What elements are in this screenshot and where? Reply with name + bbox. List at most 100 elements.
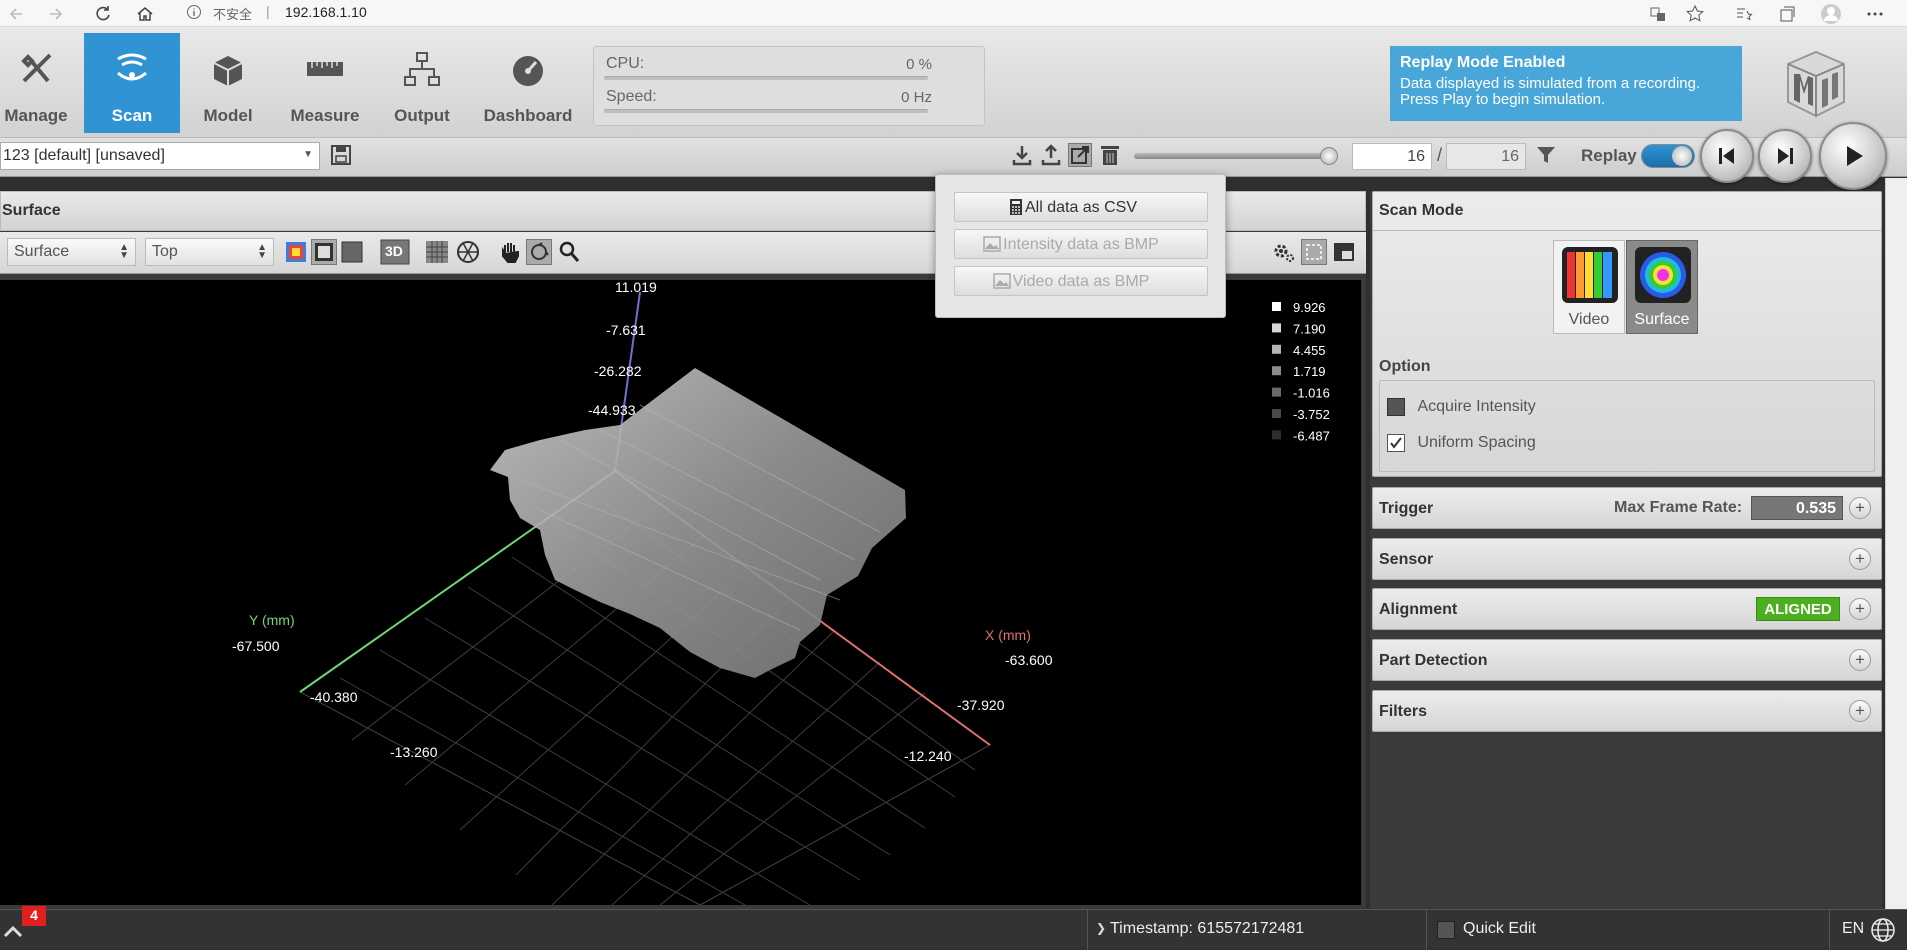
image-icon bbox=[993, 272, 1011, 290]
address-url[interactable]: 192.168.1.10 bbox=[285, 4, 367, 20]
scan-mode-section: Scan Mode Video Surface Option Acquire I… bbox=[1372, 191, 1882, 477]
view-angle-select[interactable]: Top ▲ ▼ bbox=[145, 238, 274, 266]
replay-notice-line1: Data displayed is simulated from a recor… bbox=[1400, 75, 1701, 92]
nav-output[interactable]: Output bbox=[374, 33, 470, 133]
forward-icon[interactable] bbox=[44, 3, 66, 25]
nav-dashboard[interactable]: Dashboard bbox=[478, 33, 578, 133]
more-menu-icon[interactable] bbox=[1864, 3, 1886, 25]
checkbox-unchecked[interactable] bbox=[1387, 398, 1405, 416]
collections-icon[interactable] bbox=[1776, 3, 1798, 25]
security-label: 不安全 bbox=[213, 7, 253, 22]
export-intensity-bmp-option[interactable]: Intensity data as BMP bbox=[954, 229, 1208, 259]
chevron-up-icon[interactable] bbox=[2, 920, 24, 942]
trash-icon[interactable] bbox=[1098, 143, 1122, 167]
replay-notice-line2: Press Play to begin simulation. bbox=[1400, 91, 1606, 108]
step-back-button[interactable] bbox=[1700, 129, 1754, 183]
export-video-bmp-option[interactable]: Video data as BMP bbox=[954, 266, 1208, 296]
fit-view-icon[interactable] bbox=[1301, 239, 1327, 265]
max-frame-rate-input[interactable]: 0.535 bbox=[1751, 496, 1843, 520]
acquire-intensity-checkbox[interactable]: Acquire Intensity bbox=[1387, 398, 1536, 416]
heightmap-gray-icon[interactable] bbox=[311, 239, 337, 265]
pan-hand-icon[interactable] bbox=[498, 239, 524, 265]
export-icon[interactable] bbox=[1068, 143, 1092, 167]
grid-toggle-icon[interactable] bbox=[424, 239, 450, 265]
nav-measure[interactable]: Measure bbox=[277, 33, 373, 133]
job-select[interactable]: 123 [default] [unsaved] ▼ bbox=[0, 142, 320, 170]
view-3d-label: 3D bbox=[385, 243, 403, 259]
timestamp-area[interactable]: ❯ Timestamp: 615572172481 bbox=[1087, 910, 1427, 950]
frame-slider[interactable] bbox=[1134, 153, 1334, 159]
replay-toggle[interactable] bbox=[1641, 144, 1695, 168]
frame-number-input[interactable]: 16 bbox=[1352, 143, 1432, 170]
info-icon[interactable] bbox=[186, 4, 202, 20]
back-icon[interactable] bbox=[6, 3, 28, 25]
profile-avatar-icon[interactable] bbox=[1820, 3, 1842, 25]
quick-edit-area[interactable]: Quick Edit bbox=[1426, 910, 1830, 950]
mode-surface-button[interactable]: Surface bbox=[1626, 240, 1698, 334]
export-menu: All data as CSV Intensity data as BMP Vi… bbox=[935, 174, 1226, 318]
mesh-view-icon[interactable] bbox=[455, 239, 481, 265]
view-3d-button[interactable]: 3D bbox=[380, 239, 410, 265]
sensor-section[interactable]: Sensor + bbox=[1372, 538, 1882, 580]
legend-swatch bbox=[1272, 323, 1281, 333]
alignment-section[interactable]: Alignment ALIGNED + bbox=[1372, 588, 1882, 630]
nav-manage-label: Manage bbox=[4, 106, 68, 125]
refresh-icon[interactable] bbox=[92, 3, 114, 25]
nav-manage[interactable]: Manage bbox=[0, 33, 84, 133]
nav-measure-label: Measure bbox=[290, 106, 360, 125]
download-icon[interactable] bbox=[1010, 143, 1034, 167]
legend-label: -6.487 bbox=[1293, 428, 1330, 443]
uniform-spacing-checkbox[interactable]: Uniform Spacing bbox=[1387, 434, 1536, 452]
upload-icon[interactable] bbox=[1039, 143, 1063, 167]
filters-section[interactable]: Filters + bbox=[1372, 690, 1882, 732]
surface-panel-title: Surface bbox=[2, 202, 61, 219]
filter-icon[interactable] bbox=[1534, 143, 1558, 167]
expand-plus-icon[interactable]: + bbox=[1849, 548, 1871, 570]
legend-label: 9.926 bbox=[1293, 300, 1326, 315]
nav-scan[interactable]: Scan bbox=[84, 33, 180, 133]
step-forward-button[interactable] bbox=[1758, 129, 1812, 183]
favorites-list-icon[interactable] bbox=[1733, 3, 1755, 25]
trigger-section[interactable]: Trigger Max Frame Rate: 0.535 + bbox=[1372, 487, 1882, 529]
speed-label: Speed: bbox=[606, 88, 657, 105]
page-scrollbar[interactable] bbox=[1885, 178, 1907, 909]
settings-gear-icon[interactable] bbox=[1271, 239, 1297, 265]
quick-edit-checkbox[interactable] bbox=[1437, 921, 1455, 939]
expand-plus-icon[interactable]: + bbox=[1849, 649, 1871, 671]
calculator-icon bbox=[1007, 198, 1025, 216]
uniform-spacing-label: Uniform Spacing bbox=[1417, 434, 1536, 451]
play-button[interactable] bbox=[1819, 122, 1887, 190]
translate-icon[interactable] bbox=[1647, 3, 1669, 25]
view-type-select[interactable]: Surface ▲ ▼ bbox=[7, 238, 136, 266]
mode-video-button[interactable]: Video bbox=[1553, 240, 1625, 334]
frame-total: 16 bbox=[1446, 143, 1526, 170]
replay-mode-notice: Replay Mode Enabled Data displayed is si… bbox=[1390, 46, 1742, 121]
language-selector[interactable]: EN bbox=[1829, 910, 1907, 950]
nav-model[interactable]: Model bbox=[180, 33, 276, 133]
expand-plus-icon[interactable]: + bbox=[1849, 497, 1871, 519]
y-tick-label: -13.260 bbox=[390, 744, 438, 760]
speed-bar bbox=[604, 109, 928, 113]
save-icon[interactable] bbox=[329, 143, 353, 167]
rotate-icon[interactable] bbox=[526, 239, 552, 265]
z-tick-label: -26.282 bbox=[594, 363, 642, 379]
frame-slider-handle[interactable] bbox=[1320, 147, 1338, 165]
expand-plus-icon[interactable]: + bbox=[1849, 598, 1871, 620]
y-tick-label: -40.380 bbox=[310, 689, 358, 705]
intensity-view-icon[interactable] bbox=[339, 239, 365, 265]
checkmark-icon[interactable] bbox=[1387, 434, 1405, 452]
expand-plus-icon[interactable]: + bbox=[1849, 700, 1871, 722]
home-icon[interactable] bbox=[134, 3, 156, 25]
favorite-star-icon[interactable] bbox=[1684, 3, 1706, 25]
zoom-magnifier-icon[interactable] bbox=[556, 239, 582, 265]
heightmap-color-icon[interactable] bbox=[283, 239, 309, 265]
option-title: Option bbox=[1379, 358, 1431, 375]
maximize-panel-icon[interactable] bbox=[1331, 239, 1357, 265]
export-csv-option[interactable]: All data as CSV bbox=[954, 192, 1208, 222]
notification-count-badge[interactable]: 4 bbox=[22, 906, 46, 926]
job-name: 123 [default] [unsaved] bbox=[3, 147, 165, 164]
legend-swatch bbox=[1272, 387, 1281, 397]
part-detection-section[interactable]: Part Detection + bbox=[1372, 639, 1882, 681]
surface-3d-viewer[interactable]: 11.019 -7.631 -26.282 -44.933 Y (mm) -67… bbox=[0, 280, 1361, 905]
nav-dashboard-label: Dashboard bbox=[483, 106, 573, 125]
